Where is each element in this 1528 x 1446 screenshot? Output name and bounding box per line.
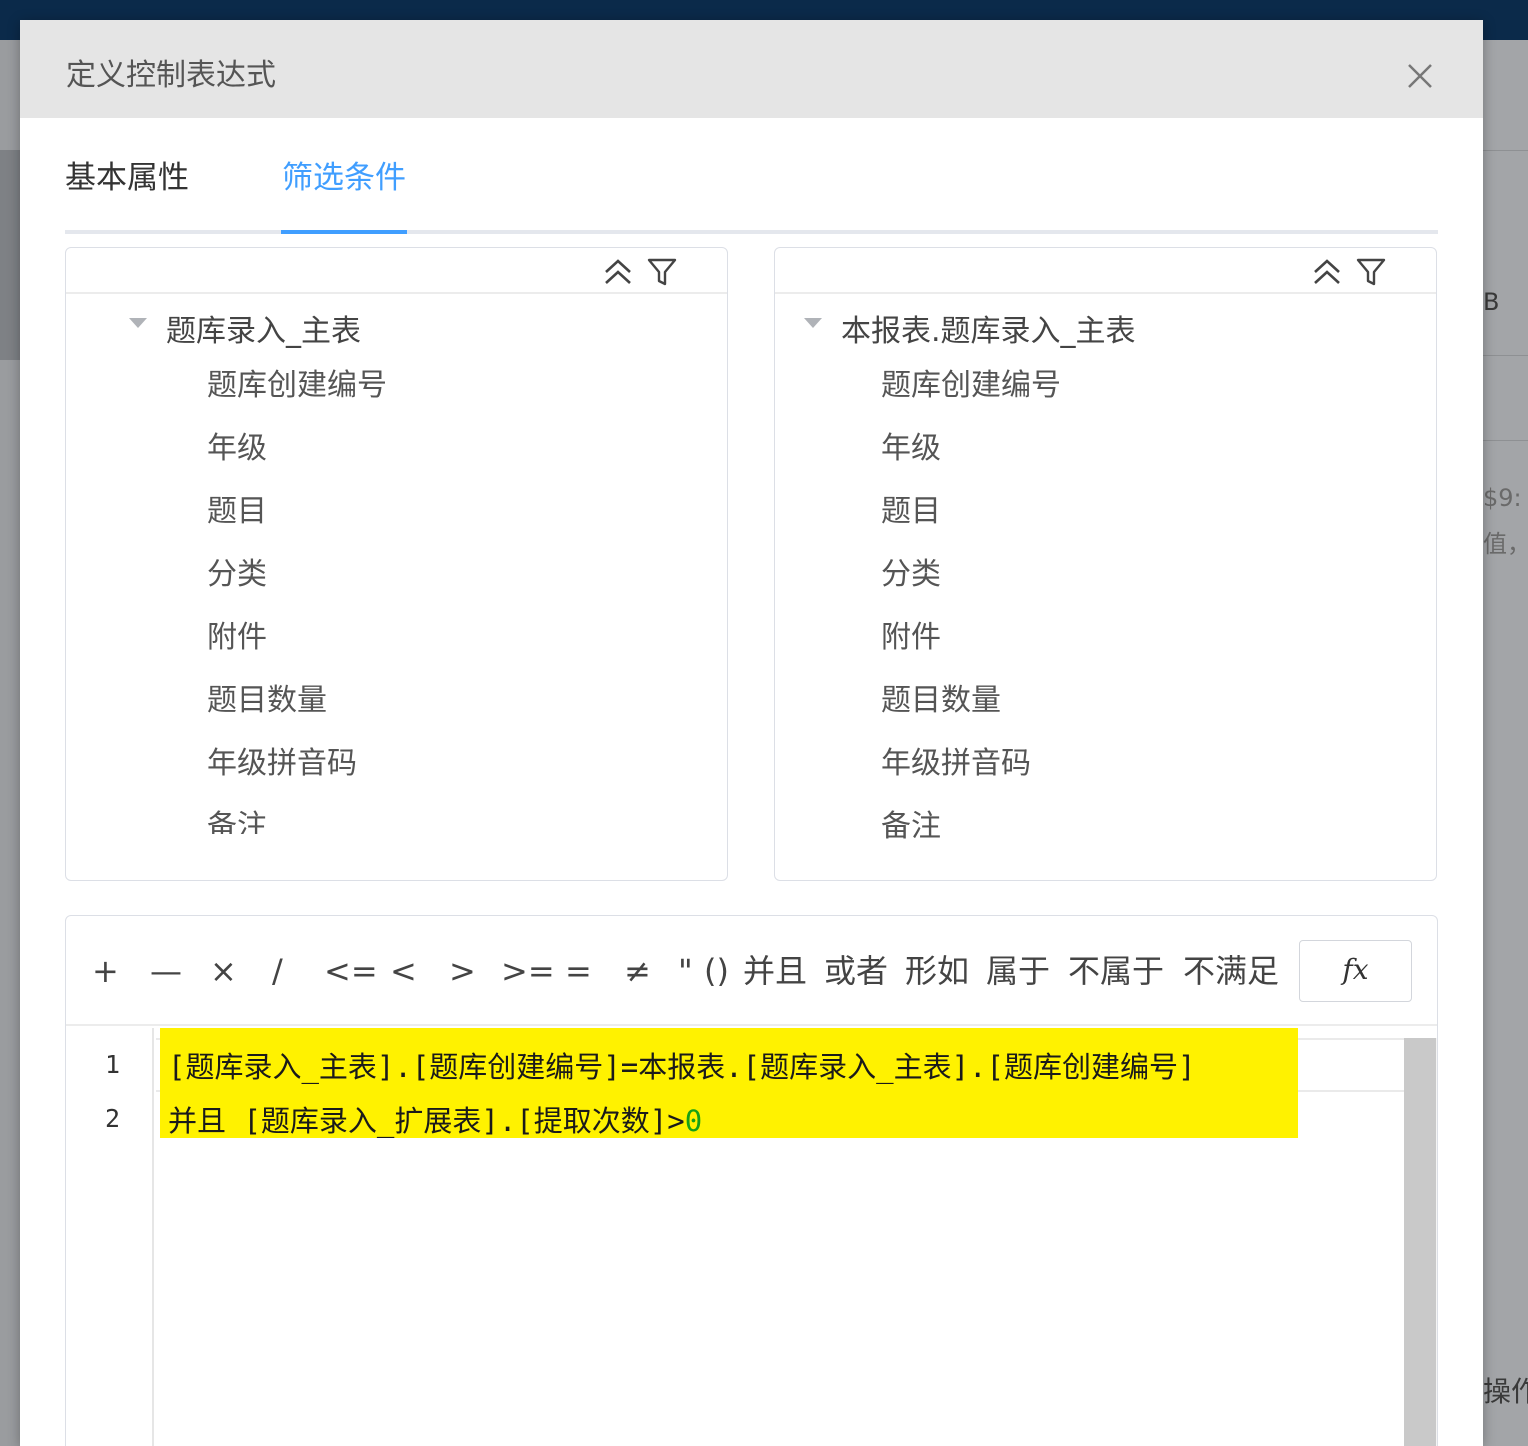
operator-less-equal-button[interactable]: <= [324, 948, 378, 994]
tree-field-item[interactable]: 题目数量 [207, 680, 327, 722]
operator-not-equal-button[interactable]: ≠ [624, 948, 651, 994]
field-tree: 本报表.题库录入_主表 题库创建编号 年级 题目 分类 附件 题目数量 年级拼音… [775, 296, 1436, 880]
expand-caret-icon[interactable] [804, 318, 822, 328]
background-text: 操作 [1483, 1375, 1528, 1408]
operator-parentheses-button[interactable]: () [704, 948, 729, 994]
operator-greater-equal-button[interactable]: >= [501, 948, 555, 994]
tree-toolbar [66, 248, 727, 294]
background-text: $9: [1483, 484, 1522, 512]
tree-field-item[interactable]: 题目 [881, 491, 941, 533]
close-icon[interactable] [1402, 58, 1438, 94]
tree-root-node[interactable]: 题库录入_主表 [166, 306, 361, 349]
background-divider [1483, 355, 1528, 356]
filter-icon[interactable] [1355, 256, 1387, 288]
dialog-header: 定义控制表达式 [20, 20, 1483, 118]
collapse-all-icon[interactable] [1311, 256, 1343, 288]
code-line-2: 并且 [题库录入_扩展表].[提取次数]>0 [168, 1098, 702, 1140]
tree-toolbar [775, 248, 1436, 294]
tree-field-item[interactable]: 题目数量 [881, 680, 1001, 722]
tree-field-item[interactable]: 题库创建编号 [881, 365, 1061, 407]
tab-filter-conditions[interactable]: 筛选条件 [282, 152, 406, 197]
tree-field-item[interactable]: 备注 [881, 806, 941, 848]
field-tree: 题库录入_主表 题库创建编号 年级 题目 分类 附件 题目数量 年级拼音码 备注 [66, 296, 727, 880]
function-button[interactable]: fx [1299, 940, 1412, 1002]
line-number: 1 [104, 1050, 120, 1079]
tree-field-item[interactable]: 附件 [881, 617, 941, 659]
operator-not-satisfy-button[interactable]: 不满足 [1183, 948, 1279, 994]
code-line-1: [题库录入_主表].[题库创建编号]=本报表.[题库录入_主表].[题库创建编号… [168, 1050, 1196, 1084]
background-divider [1483, 150, 1528, 151]
operator-less-button[interactable]: < [390, 948, 417, 994]
code-number-literal: 0 [684, 1104, 703, 1138]
expression-editor: + — × / <= < > >= = ≠ " () 并且 或者 形如 属于 不… [65, 915, 1438, 1446]
dialog-title: 定义控制表达式 [66, 58, 276, 93]
expand-caret-icon[interactable] [129, 318, 147, 328]
tree-field-item[interactable]: 题目 [207, 491, 267, 533]
tree-field-item[interactable]: 年级拼音码 [207, 743, 357, 785]
line-number: 2 [104, 1104, 120, 1133]
operator-greater-button[interactable]: > [449, 948, 476, 994]
right-field-tree-panel: 本报表.题库录入_主表 题库创建编号 年级 题目 分类 附件 题目数量 年级拼音… [774, 247, 1437, 881]
tab-bar: 基本属性 筛选条件 [65, 118, 1438, 235]
operator-equal-button[interactable]: = [565, 948, 592, 994]
tree-field-item[interactable]: 备注 [207, 806, 267, 834]
operator-divide-button[interactable]: / [272, 948, 283, 994]
operator-plus-button[interactable]: + [92, 948, 119, 994]
tree-field-item[interactable]: 题库创建编号 [207, 365, 387, 407]
expression-dialog: 定义控制表达式 基本属性 筛选条件 题库录入_主表 题库创建编号 年级 题目 分… [20, 20, 1483, 1446]
code-line-2-text: 并且 [题库录入_扩展表].[提取次数]> [168, 1104, 685, 1138]
operator-or-button[interactable]: 或者 [824, 948, 888, 994]
editor-scrollbar[interactable] [1404, 1038, 1436, 1446]
filter-icon[interactable] [646, 256, 678, 288]
tree-field-item[interactable]: 年级 [207, 428, 267, 470]
background-right-strip [1483, 40, 1528, 1446]
operator-multiply-button[interactable]: × [210, 948, 237, 994]
operator-minus-button[interactable]: — [150, 948, 182, 994]
operator-like-button[interactable]: 形如 [905, 948, 969, 994]
tree-root-node[interactable]: 本报表.题库录入_主表 [841, 306, 1136, 349]
tree-field-item[interactable]: 年级拼音码 [881, 743, 1031, 785]
collapse-all-icon[interactable] [602, 256, 634, 288]
operator-and-button[interactable]: 并且 [743, 948, 807, 994]
tree-field-item[interactable]: 分类 [207, 554, 267, 596]
background-divider [1483, 440, 1528, 441]
tab-baseline [65, 230, 1438, 234]
operator-quote-button[interactable]: " [678, 948, 693, 994]
operator-not-in-button[interactable]: 不属于 [1068, 948, 1164, 994]
tree-field-item[interactable]: 年级 [881, 428, 941, 470]
operator-in-button[interactable]: 属于 [986, 948, 1050, 994]
left-field-tree-panel: 题库录入_主表 题库创建编号 年级 题目 分类 附件 题目数量 年级拼音码 备注 [65, 247, 728, 881]
tree-field-item[interactable]: 分类 [881, 554, 941, 596]
tab-basic-properties[interactable]: 基本属性 [65, 152, 189, 197]
tree-field-item[interactable]: 附件 [207, 617, 267, 659]
background-text: B [1483, 288, 1500, 316]
background-left-strip [0, 150, 22, 360]
line-number-gutter: 1 2 [66, 1028, 154, 1446]
tab-active-indicator [281, 230, 407, 234]
operator-toolbar: + — × / <= < > >= = ≠ " () 并且 或者 形如 属于 不… [66, 916, 1437, 1026]
code-input-area[interactable]: [题库录入_主表].[题库创建编号]=本报表.[题库录入_主表].[题库创建编号… [156, 1028, 1404, 1446]
background-text: 值， [1483, 530, 1528, 558]
